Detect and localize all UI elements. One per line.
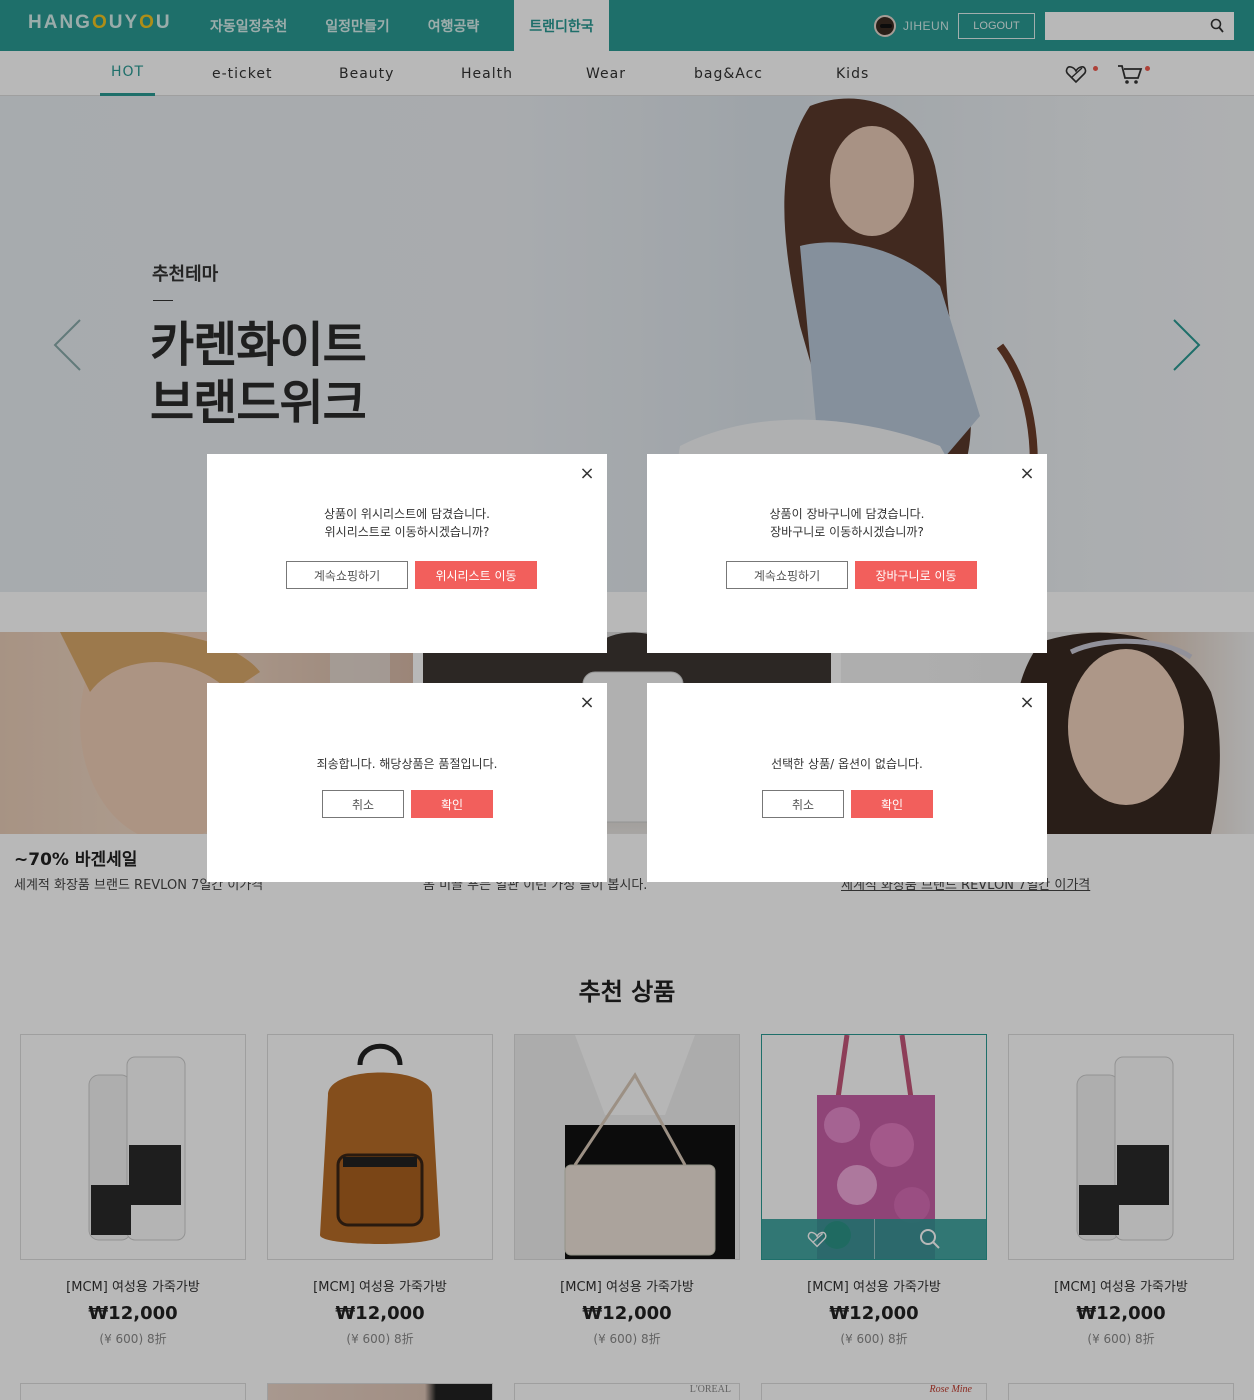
modal-message: 선택한 상품/ 옵션이 없습니다. [771, 757, 923, 771]
confirm-button[interactable]: 확인 [851, 790, 933, 818]
no-option-modal: × 선택한 상품/ 옵션이 없습니다. 취소 확인 [647, 683, 1047, 882]
close-icon[interactable]: × [579, 465, 595, 483]
cart-added-modal: × 상품이 장바구니에 담겼습니다. 장바구니로 이동하시겠습니까? 계속쇼핑하… [647, 454, 1047, 653]
wishlist-added-modal: × 상품이 위시리스트에 담겼습니다. 위시리스트로 이동하시겠습니까? 계속쇼… [207, 454, 607, 653]
go-to-wishlist-button[interactable]: 위시리스트 이동 [415, 561, 537, 589]
sold-out-modal: × 죄송합니다. 해당상품은 품절입니다. 취소 확인 [207, 683, 607, 882]
close-icon[interactable]: × [1019, 694, 1035, 712]
modal-message: 상품이 위시리스트에 담겼습니다. 위시리스트로 이동하시겠습니까? [323, 507, 490, 539]
close-icon[interactable]: × [579, 694, 595, 712]
go-to-cart-button[interactable]: 장바구니로 이동 [855, 561, 977, 589]
continue-shopping-button[interactable]: 계속쇼핑하기 [726, 561, 848, 589]
cancel-button[interactable]: 취소 [322, 790, 404, 818]
modal-overlay [0, 0, 1254, 1400]
continue-shopping-button[interactable]: 계속쇼핑하기 [286, 561, 408, 589]
cancel-button[interactable]: 취소 [762, 790, 844, 818]
modal-message: 상품이 장바구니에 담겼습니다. 장바구니로 이동하시겠습니까? [769, 507, 925, 539]
confirm-button[interactable]: 확인 [411, 790, 493, 818]
close-icon[interactable]: × [1019, 465, 1035, 483]
modal-message: 죄송합니다. 해당상품은 품절입니다. [316, 757, 498, 771]
